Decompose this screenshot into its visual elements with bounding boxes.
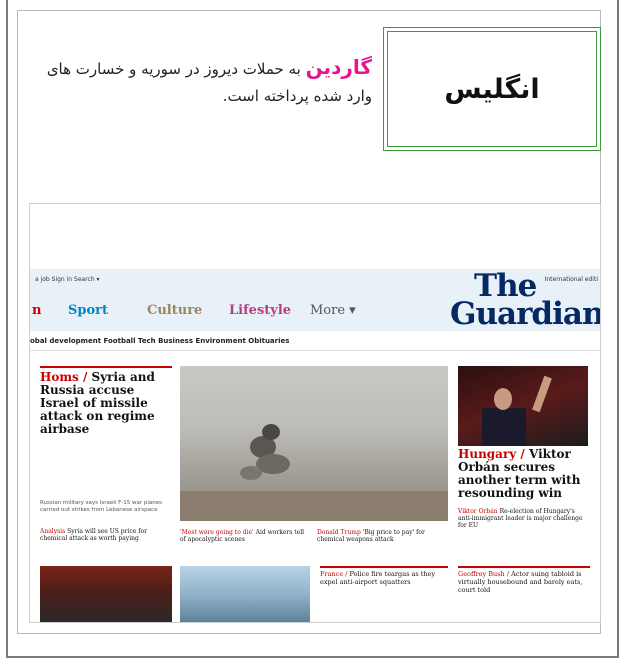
hungary-story: Hungary / Viktor Orbán secures another t… xyxy=(458,366,590,529)
country-box: انگلیس xyxy=(383,27,601,151)
hungary-kicker: Hungary / xyxy=(458,447,529,461)
syria-smoke-photo xyxy=(180,366,448,521)
international-edition: International editi xyxy=(544,276,598,283)
lead-standfirst: Russian military says Israeli F-15 war p… xyxy=(40,500,162,513)
middle-caption-1: 'Most were going to die' Aid workers tel… xyxy=(180,529,305,543)
lead-story: Homs / Syria and Russia accuse Israel of… xyxy=(40,366,172,542)
port-photo xyxy=(180,566,310,622)
middle-caption-2: Donald Trump 'Big price to pay' for chem… xyxy=(317,529,425,543)
caption: گاردین به حملات دیروز در سوریه و خسارت ه… xyxy=(36,54,372,110)
paper-name: گاردین xyxy=(305,55,372,79)
pillar-news: n xyxy=(32,303,42,318)
guardian-screenshot: a job Sign in Search ▾ International edi… xyxy=(29,203,601,623)
pillar-sport: Sport xyxy=(68,303,109,318)
geoffrey-story: Geoffrey Bush / Actor suing tabloid is v… xyxy=(458,566,590,622)
fire-building-photo xyxy=(40,566,172,622)
france-story: France / Police fire teargas as they exp… xyxy=(320,566,448,622)
pillar-more: More ▾ xyxy=(310,303,356,318)
logo-guardian: Guardian xyxy=(450,296,601,332)
middle-captions: 'Most were going to die' Aid workers tel… xyxy=(180,529,448,543)
pillar-lifestyle: Lifestyle xyxy=(229,303,292,318)
orban-photo xyxy=(458,366,588,446)
top-nav: a job Sign in Search ▾ xyxy=(35,276,100,283)
lead-kicker: Homs / xyxy=(40,370,92,384)
sub-nav: obal development Football Tech Business … xyxy=(30,337,290,345)
analysis-link: Analysis Syria will see US price for che… xyxy=(40,528,147,542)
orban-sublink: Viktor Orbán Re-election of Hungary's an… xyxy=(458,508,583,529)
country-name: انگلیس xyxy=(444,73,540,105)
pillar-culture: Culture xyxy=(147,303,203,318)
